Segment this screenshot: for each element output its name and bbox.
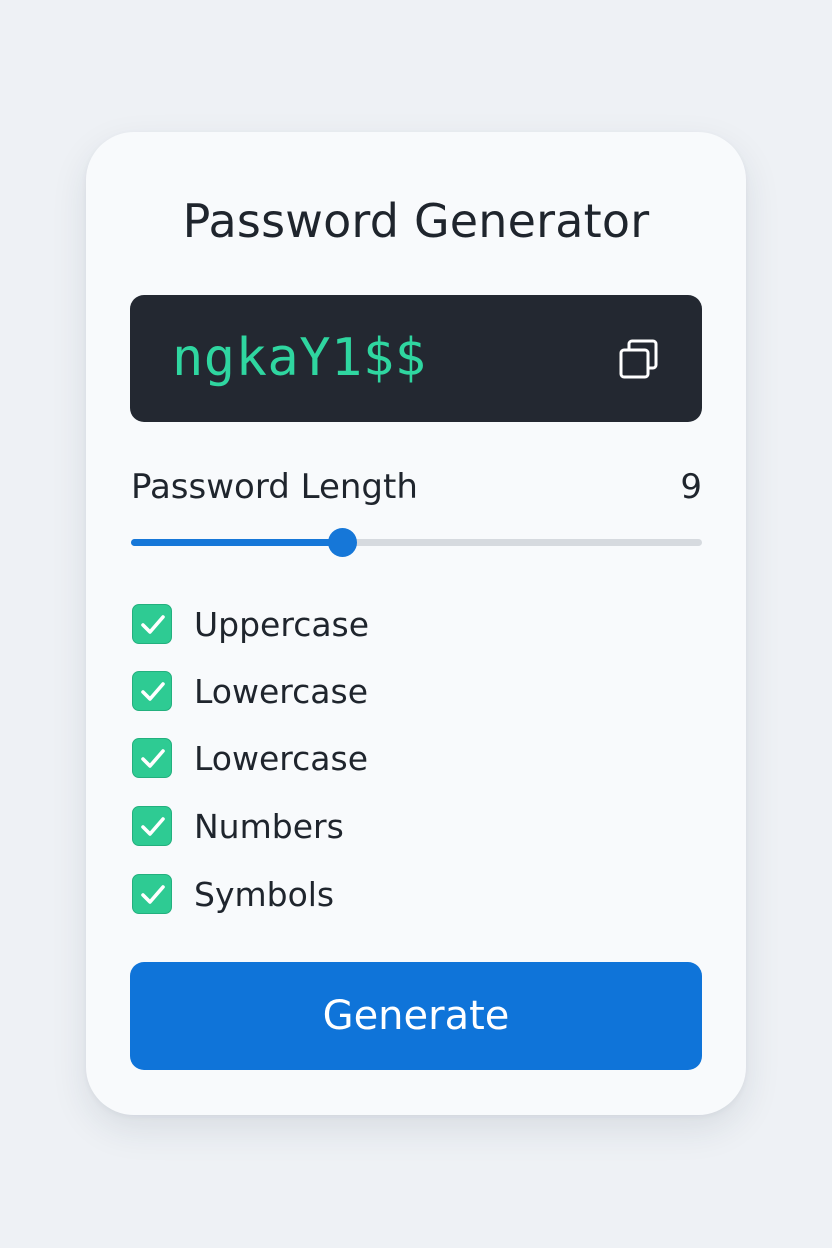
lowercase-label: Lowercase [194, 672, 368, 711]
symbols-checkbox[interactable] [132, 874, 172, 914]
password-length-value: 9 [680, 467, 702, 507]
password-generator-card: Password Generator ngkaY1$$ Password Len… [86, 132, 746, 1115]
option-symbols[interactable]: Symbols [132, 874, 532, 916]
uppercase-checkbox[interactable] [132, 604, 172, 644]
option-lowercase[interactable]: Lowercase [132, 671, 532, 713]
checkmark-icon [141, 885, 165, 904]
checkmark-icon [141, 817, 165, 836]
lowercase-duplicate-checkbox[interactable] [132, 738, 172, 778]
numbers-checkbox[interactable] [132, 806, 172, 846]
option-lowercase-duplicate[interactable]: Lowercase [132, 738, 532, 780]
lowercase-checkbox[interactable] [132, 671, 172, 711]
slider-fill [131, 539, 343, 546]
copy-icon [619, 339, 658, 379]
numbers-label: Numbers [194, 807, 344, 846]
checkmark-icon [141, 749, 165, 768]
generate-button[interactable]: Generate [130, 962, 702, 1070]
copy-button[interactable] [616, 335, 664, 383]
option-uppercase[interactable]: Uppercase [132, 604, 532, 646]
uppercase-label: Uppercase [194, 605, 370, 644]
option-numbers[interactable]: Numbers [132, 806, 532, 848]
slider-track [131, 539, 702, 546]
password-length-label: Password Length [131, 467, 418, 507]
symbols-label: Symbols [194, 875, 335, 914]
slider-thumb[interactable] [328, 528, 358, 557]
password-display: ngkaY1$$ [130, 295, 702, 422]
password-output: ngkaY1$$ [172, 328, 427, 388]
checkmark-icon [141, 682, 165, 701]
checkmark-icon [141, 615, 165, 634]
page-title: Password Generator [182, 194, 650, 248]
length-slider[interactable] [131, 525, 702, 559]
lowercase-duplicate-label: Lowercase [194, 739, 368, 778]
